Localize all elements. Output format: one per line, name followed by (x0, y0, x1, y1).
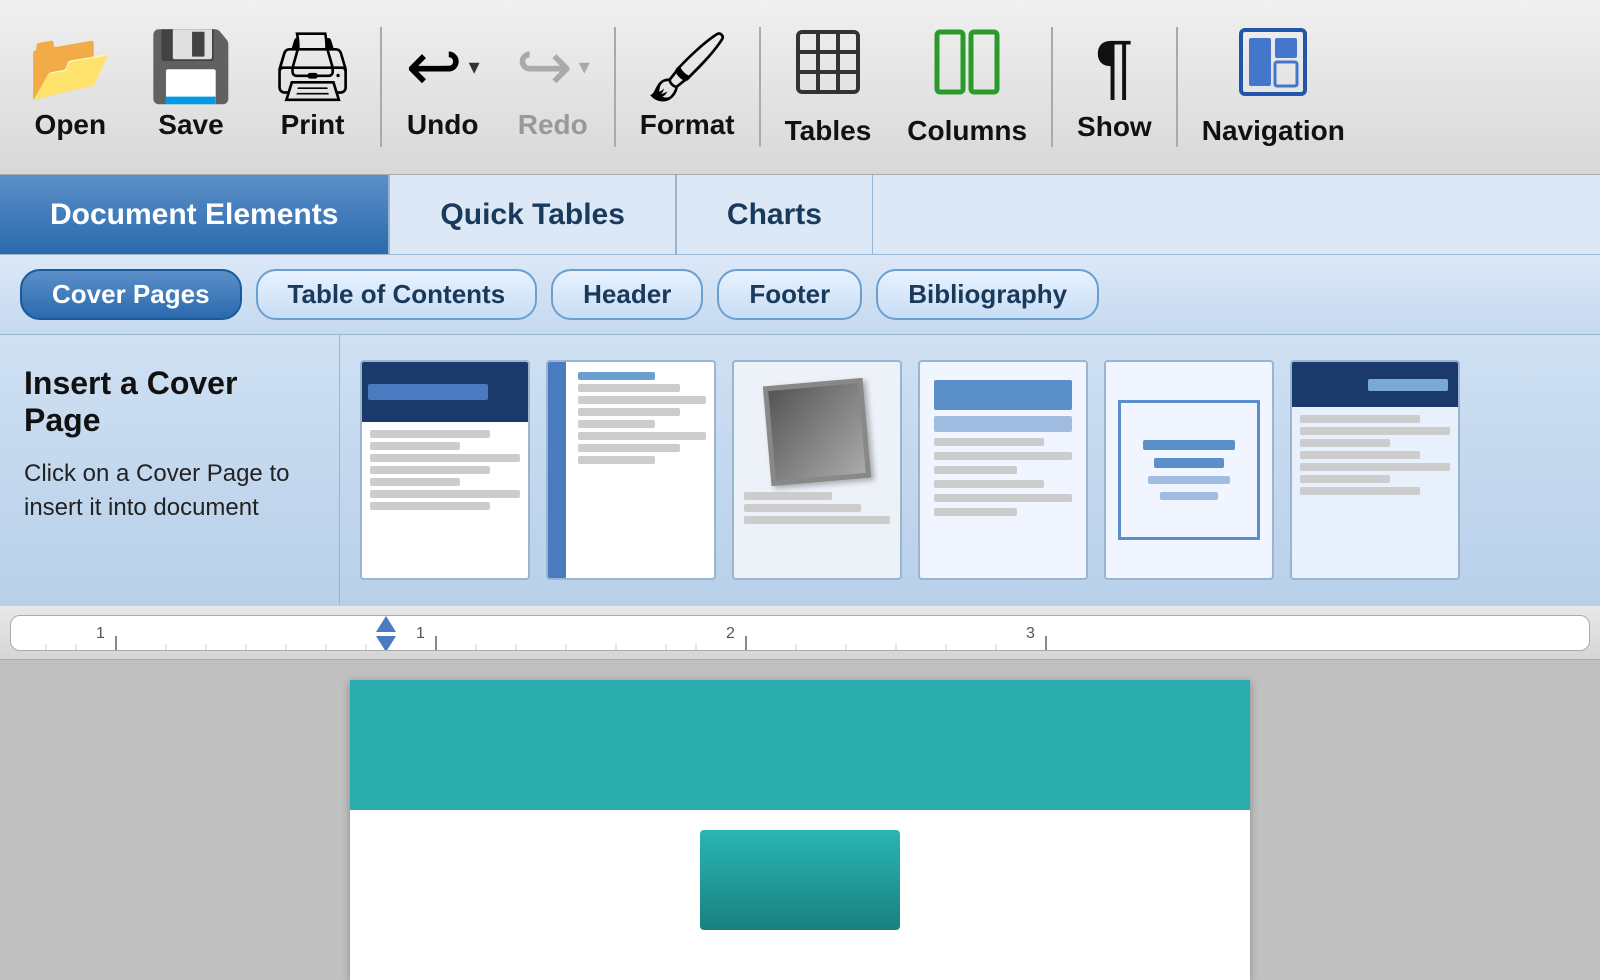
format-icon: 🖌 (644, 33, 730, 101)
thumb-5-box (1118, 400, 1260, 540)
thumb-4-header (934, 380, 1072, 410)
document-page (350, 680, 1250, 980)
show-button[interactable]: ¶ Show (1059, 0, 1170, 174)
tab-quick-tables[interactable]: Quick Tables (389, 175, 676, 254)
redo-label: Redo (518, 109, 588, 141)
cover-page-thumbnail-4[interactable] (918, 360, 1088, 580)
ruler-track: 1 1 2 3 (10, 615, 1590, 651)
svg-text:1: 1 (416, 625, 425, 642)
page-teal-header (350, 680, 1250, 810)
thumb-6-header (1292, 362, 1458, 407)
left-panel: Insert a Cover Page Click on a Cover Pag… (0, 335, 340, 605)
ruler-slider-top (376, 616, 396, 632)
left-panel-title: Insert a Cover Page (24, 365, 315, 439)
svg-text:3: 3 (1026, 625, 1035, 642)
main-toolbar: 📂 Open 💾 Save 🖨 Print ↩ ▾ Undo ↪ ▾ Redo … (0, 0, 1600, 175)
thumb-1-bar (368, 384, 488, 400)
navigation-button[interactable]: Navigation (1184, 0, 1363, 174)
open-button[interactable]: 📂 Open (10, 0, 131, 174)
print-label: Print (281, 109, 345, 141)
section-tabs-bar: Cover Pages Table of Contents Header Foo… (0, 255, 1600, 335)
left-panel-desc: Click on a Cover Page to insert it into … (24, 457, 315, 524)
undo-arrow-icon: ▾ (469, 54, 480, 80)
cover-page-thumbnail-5[interactable] (1104, 360, 1274, 580)
undo-icon-row: ↩ ▾ (406, 33, 480, 101)
tab-header[interactable]: Header (551, 269, 703, 320)
navigation-icon (1239, 28, 1307, 107)
navigation-label: Navigation (1202, 115, 1345, 147)
tab-bibliography[interactable]: Bibliography (876, 269, 1099, 320)
save-button[interactable]: 💾 Save (131, 0, 252, 174)
thumb-1-body (362, 422, 528, 578)
page-content-area (350, 810, 1250, 950)
redo-button[interactable]: ↪ ▾ Redo (498, 0, 608, 174)
page-person-image (700, 830, 900, 930)
open-label: Open (35, 109, 107, 141)
tab-table-of-contents[interactable]: Table of Contents (256, 269, 538, 320)
document-area (0, 660, 1600, 980)
tab-charts[interactable]: Charts (676, 175, 873, 254)
divider-4 (1051, 27, 1053, 147)
ruler-slider-bottom (376, 636, 396, 650)
show-icon: ¶ (1095, 31, 1134, 103)
tab-document-elements[interactable]: Document Elements (0, 175, 389, 254)
show-label: Show (1077, 111, 1152, 143)
redo-icon-row: ↪ ▾ (516, 33, 590, 101)
divider-1 (380, 27, 382, 147)
ruler: 1 1 2 3 (0, 605, 1600, 660)
columns-icon (933, 28, 1001, 107)
thumb-1-header (362, 362, 528, 422)
print-button[interactable]: 🖨 Print (251, 0, 373, 174)
tables-button[interactable]: Tables (767, 0, 890, 174)
divider-5 (1176, 27, 1178, 147)
open-icon: 📂 (28, 33, 113, 101)
undo-icon: ↩ (406, 33, 463, 101)
cover-page-thumbnail-2[interactable] (546, 360, 716, 580)
cover-page-thumbnail-3[interactable] (732, 360, 902, 580)
save-label: Save (158, 109, 223, 141)
divider-2 (614, 27, 616, 147)
thumb-3-image (763, 378, 871, 486)
cover-page-thumbnail-6[interactable] (1290, 360, 1460, 580)
format-label: Format (640, 109, 735, 141)
save-icon: 💾 (149, 33, 234, 101)
thumb-2-side-bar (548, 362, 566, 578)
divider-3 (759, 27, 761, 147)
tab-footer[interactable]: Footer (717, 269, 862, 320)
tab-cover-pages[interactable]: Cover Pages (20, 269, 242, 320)
columns-button[interactable]: Columns (889, 0, 1045, 174)
format-button[interactable]: 🖌 Format (622, 0, 753, 174)
thumb-4-subheader (934, 416, 1072, 432)
svg-text:1: 1 (96, 625, 105, 642)
tables-label: Tables (785, 115, 872, 147)
svg-text:2: 2 (726, 625, 735, 642)
redo-icon: ↪ (516, 33, 573, 101)
content-strip: Insert a Cover Page Click on a Cover Pag… (0, 335, 1600, 605)
columns-label: Columns (907, 115, 1027, 147)
ribbon-tabs-bar: Document Elements Quick Tables Charts (0, 175, 1600, 255)
cover-page-thumbnail-1[interactable] (360, 360, 530, 580)
redo-arrow-icon: ▾ (579, 54, 590, 80)
undo-label: Undo (407, 109, 479, 141)
cover-page-thumbnails (340, 335, 1600, 605)
ruler-svg: 1 1 2 3 (16, 616, 1584, 650)
undo-button[interactable]: ↩ ▾ Undo (388, 0, 498, 174)
tables-icon (794, 28, 862, 107)
print-icon: 🖨 (269, 33, 355, 101)
